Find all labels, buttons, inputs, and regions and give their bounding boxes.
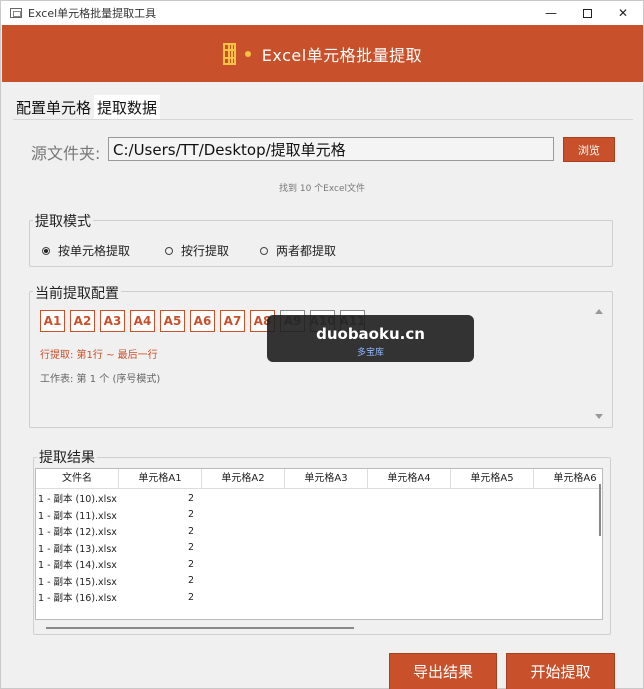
- table-row[interactable]: 1 - 副本 (16).xlsx 2: [36, 589, 202, 606]
- browse-button[interactable]: 浏览: [563, 137, 615, 162]
- app-window: Excel单元格批量提取工具 — ✕ Excel单元格批量提取 配置单元格 提取…: [0, 0, 644, 689]
- source-folder-label: 源文件夹:: [31, 144, 101, 163]
- watermark: duobaoku.cn 多宝库: [267, 315, 474, 362]
- table-row[interactable]: 1 - 副本 (11).xlsx 2: [36, 507, 202, 524]
- config-group-title: 当前提取配置: [33, 283, 121, 303]
- config-scrollbar[interactable]: [591, 305, 605, 423]
- file-name-cell: 1 - 副本 (16).xlsx: [38, 593, 117, 605]
- scrollbar-thumb[interactable]: [599, 484, 601, 536]
- row-extract-info: 行提取: 第1行 ~ 最后一行: [40, 350, 158, 361]
- table-row[interactable]: 1 - 副本 (15).xlsx 2: [36, 573, 202, 590]
- value-cell: 2: [187, 525, 194, 537]
- radio-selected-icon: [42, 246, 50, 255]
- minimize-button[interactable]: —: [533, 1, 569, 25]
- scroll-down-icon[interactable]: [595, 414, 603, 419]
- column-header[interactable]: 单元格A2: [202, 469, 285, 488]
- scroll-up-icon[interactable]: [595, 309, 603, 314]
- cell-tag: A7: [220, 310, 245, 332]
- table-row[interactable]: 1 - 副本 (10).xlsx 2: [36, 490, 202, 507]
- title-bar: Excel单元格批量提取工具 — ✕: [1, 1, 643, 25]
- results-group-title: 提取结果: [37, 447, 97, 467]
- sheet-info: 工作表: 第 1 个 (序号模式): [40, 374, 161, 385]
- results-horizontal-scrollbar[interactable]: [46, 627, 354, 629]
- results-table[interactable]: 文件名 单元格A1 单元格A2 单元格A3 单元格A4 单元格A5 单元格A6 …: [35, 468, 603, 620]
- column-header[interactable]: 单元格A5: [451, 469, 534, 488]
- tab-bar: 配置单元格 提取数据: [13, 95, 161, 120]
- table-row[interactable]: 1 - 副本 (13).xlsx 2: [36, 540, 202, 557]
- column-header[interactable]: 单元格A6: [534, 469, 602, 488]
- maximize-icon: [582, 8, 592, 18]
- watermark-domain: duobaoku.cn: [316, 325, 425, 343]
- tab-extract-data[interactable]: 提取数据: [94, 95, 161, 120]
- found-files-status: 找到 10 个Excel文件: [278, 184, 365, 194]
- value-cell: 2: [187, 575, 194, 587]
- tab-config-cells[interactable]: 配置单元格: [13, 95, 94, 120]
- value-cell: 2: [187, 542, 194, 554]
- table-row[interactable]: 1 - 副本 (12).xlsx 2: [36, 523, 202, 540]
- column-header[interactable]: 单元格A1: [119, 469, 202, 488]
- cell-tag: A5: [160, 310, 185, 332]
- dot-icon: [244, 50, 251, 57]
- file-name-cell: 1 - 副本 (13).xlsx: [38, 543, 117, 555]
- radio-by-row-label: 按行提取: [181, 244, 230, 258]
- table-body: 1 - 副本 (10).xlsx 2 1 - 副本 (11).xlsx 2 1 …: [36, 490, 202, 606]
- radio-both-label: 两者都提取: [276, 244, 337, 258]
- column-header[interactable]: 文件名: [36, 469, 119, 488]
- app-icon: [10, 8, 22, 18]
- radio-by-row[interactable]: 按行提取: [165, 242, 229, 259]
- cell-tag: A1: [40, 310, 65, 332]
- header-title: Excel单元格批量提取: [261, 45, 423, 65]
- mode-group-title: 提取模式: [33, 211, 93, 231]
- radio-unselected-icon: [165, 246, 173, 255]
- tab-divider: [13, 119, 633, 120]
- grid-icon: [222, 42, 236, 65]
- watermark-name: 多宝库: [356, 348, 384, 358]
- results-vertical-scrollbar[interactable]: [597, 484, 603, 604]
- file-name-cell: 1 - 副本 (12).xlsx: [38, 527, 117, 539]
- column-header[interactable]: 单元格A4: [368, 469, 451, 488]
- export-results-button[interactable]: 导出结果: [389, 653, 497, 689]
- radio-by-cell[interactable]: 按单元格提取: [42, 242, 130, 259]
- close-button[interactable]: ✕: [605, 1, 641, 25]
- window-title: Excel单元格批量提取工具: [28, 7, 157, 20]
- value-cell: 2: [187, 591, 194, 603]
- column-header[interactable]: 单元格A3: [285, 469, 368, 488]
- file-name-cell: 1 - 副本 (10).xlsx: [38, 494, 117, 506]
- cell-tag: A6: [190, 310, 215, 332]
- table-header: 文件名 单元格A1 单元格A2 单元格A3 单元格A4 单元格A5 单元格A6: [36, 469, 602, 489]
- cell-tag: A3: [100, 310, 125, 332]
- file-name-cell: 1 - 副本 (15).xlsx: [38, 576, 117, 588]
- file-name-cell: 1 - 副本 (11).xlsx: [38, 510, 117, 522]
- radio-both[interactable]: 两者都提取: [260, 242, 336, 259]
- maximize-button[interactable]: [569, 1, 605, 25]
- file-name-cell: 1 - 副本 (14).xlsx: [38, 560, 117, 572]
- cell-tag: A2: [70, 310, 95, 332]
- radio-by-cell-label: 按单元格提取: [58, 244, 131, 258]
- cell-tag: A4: [130, 310, 155, 332]
- radio-unselected-icon: [260, 246, 268, 255]
- value-cell: 2: [187, 558, 194, 570]
- table-row[interactable]: 1 - 副本 (14).xlsx 2: [36, 556, 202, 573]
- start-extract-button[interactable]: 开始提取: [506, 653, 615, 689]
- app-header: Excel单元格批量提取: [2, 25, 643, 82]
- value-cell: 2: [187, 509, 194, 521]
- value-cell: 2: [187, 492, 194, 504]
- source-folder-input[interactable]: [108, 137, 554, 161]
